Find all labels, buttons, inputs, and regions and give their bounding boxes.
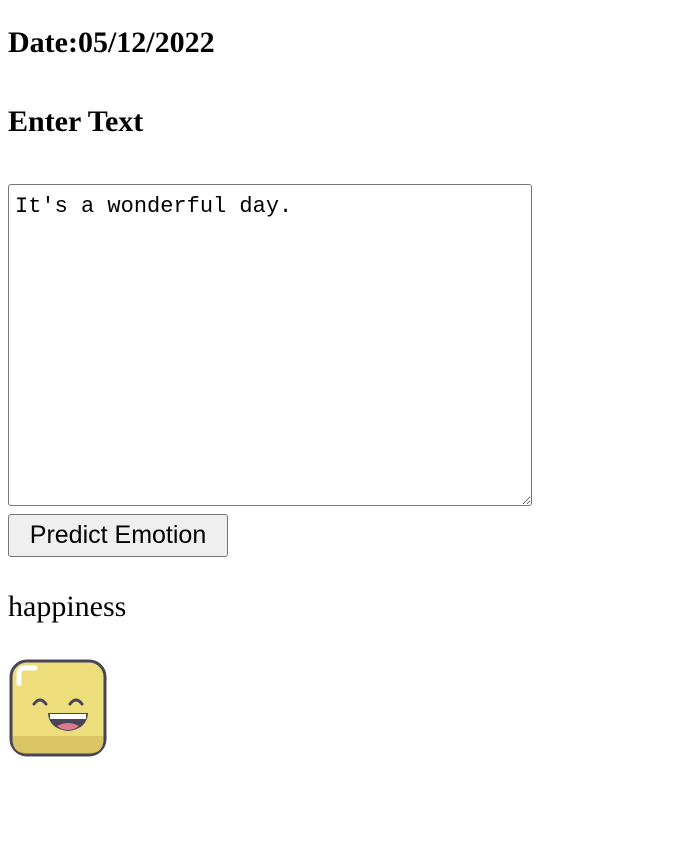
enter-text-heading: Enter Text — [8, 105, 144, 138]
emotion-predictor-page: Date:05/12/2022 Enter Text It's a wonder… — [0, 0, 684, 844]
date-heading: Date:05/12/2022 — [8, 26, 215, 59]
text-input-area[interactable]: It's a wonderful day. — [8, 184, 532, 506]
grinning-face-icon — [8, 658, 108, 758]
emotion-result-label: happiness — [8, 590, 127, 623]
predict-emotion-button[interactable]: Predict Emotion — [8, 514, 228, 557]
